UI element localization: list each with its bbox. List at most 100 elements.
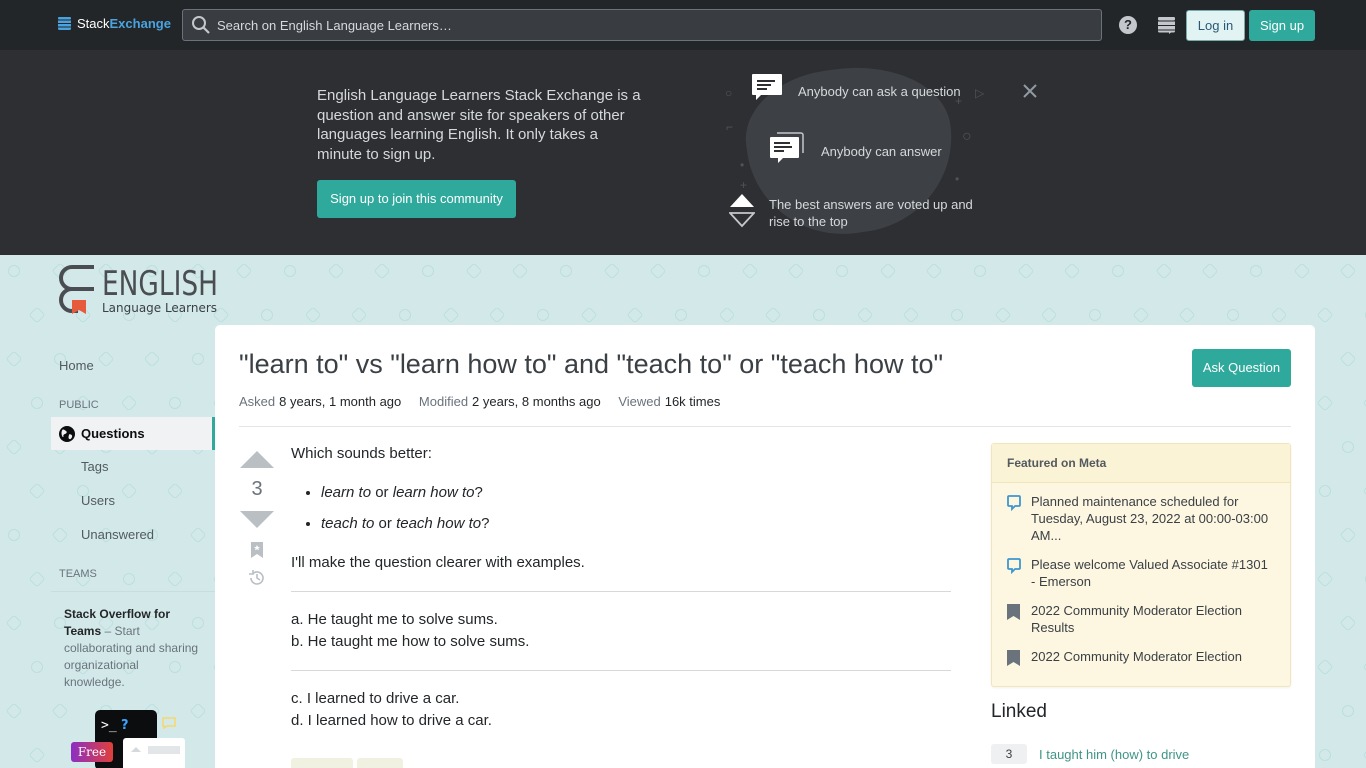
pattern-shape [1339, 262, 1357, 280]
featured-item-text: 2022 Community Moderator Election Result… [1031, 603, 1242, 635]
pattern-shape [833, 262, 851, 280]
featured-item[interactable]: 2022 Community Moderator Election [1007, 648, 1275, 670]
pattern-shape [5, 262, 23, 280]
pattern-shape [465, 262, 483, 280]
top-bar: StackExchange ? Log in Sign up [0, 0, 1366, 50]
option-or: or [374, 515, 397, 532]
close-icon[interactable] [1020, 81, 1040, 101]
nav-users[interactable]: Users [81, 493, 115, 508]
tag[interactable] [291, 758, 353, 768]
feature-vote: The best answers are voted up and rise t… [769, 197, 973, 229]
english-language-learners-logo[interactable]: ENGLISH Language Learners [58, 264, 220, 319]
nav-home[interactable]: Home [59, 358, 94, 373]
svg-text:>_: >_ [101, 718, 117, 733]
search-box[interactable] [182, 9, 1102, 41]
question-meta: Asked 8 years, 1 month ago Modified 2 year… [239, 394, 734, 409]
plus-decoration: + [740, 178, 748, 192]
pattern-shape [1316, 394, 1334, 412]
signup-banner: English Language Learners Stack Exchange… [0, 50, 1366, 255]
pattern-shape [1086, 306, 1104, 324]
pattern-shape [28, 570, 46, 588]
chat-icon [752, 74, 782, 100]
pattern-shape [51, 526, 69, 544]
pattern-shape [5, 350, 23, 368]
example-b: b. He taught me how to solve sums. [291, 633, 530, 650]
pattern-shape [1293, 262, 1311, 280]
pattern-shape [51, 702, 69, 720]
linked-heading: Linked [991, 701, 1047, 722]
pattern-shape [787, 262, 805, 280]
tag[interactable] [357, 758, 403, 768]
pattern-shape [971, 262, 989, 280]
help-icon[interactable]: ? [1119, 16, 1137, 34]
pattern-shape [948, 306, 966, 324]
stackexchange-logo[interactable]: Stack Exchange [58, 16, 171, 31]
featured-item[interactable]: Please welcome Valued Associate #1301 - … [1007, 556, 1275, 590]
pattern-shape [649, 262, 667, 280]
pattern-shape [166, 394, 184, 412]
featured-item-text: 2022 Community Moderator Election [1031, 649, 1242, 664]
post-clarify: I'll make the question clearer with exam… [291, 554, 585, 571]
nav-section-public: PUBLIC [59, 399, 99, 411]
pattern-shape [1362, 658, 1366, 676]
linked-question-link[interactable]: I taught him (how) to drive [1039, 747, 1189, 762]
search-input[interactable] [217, 17, 1077, 33]
featured-item[interactable]: Planned maintenance scheduled for Tuesda… [1007, 493, 1275, 544]
question-body: Which sounds better: learn to or learn h… [291, 443, 951, 768]
pattern-shape [28, 306, 46, 324]
banner-description: English Language Learners Stack Exchange… [317, 87, 641, 163]
pattern-shape [1155, 262, 1173, 280]
nav-unanswered[interactable]: Unanswered [81, 527, 154, 542]
option-item: teach to or teach how to? [321, 513, 951, 535]
login-button[interactable]: Log in [1186, 10, 1245, 41]
upvote-button[interactable] [240, 451, 274, 468]
pattern-shape [1316, 482, 1334, 500]
vote-cell: 3 [239, 451, 275, 587]
pattern-shape [1362, 746, 1366, 764]
nav-tags[interactable]: Tags [81, 459, 108, 474]
site-switcher-icon[interactable] [1158, 17, 1175, 34]
logo-text-exchange: Exchange [109, 16, 171, 31]
pattern-shape [879, 262, 897, 280]
pattern-shape [28, 746, 46, 764]
pattern-shape [189, 526, 207, 544]
pattern-shape [1362, 306, 1366, 324]
logo-subtitle: Language Learners [102, 300, 217, 315]
nav-questions-label: Questions [81, 426, 145, 441]
corner-decoration: ⌐ [726, 120, 734, 134]
pattern-shape [120, 482, 138, 500]
pattern-shape [534, 306, 552, 324]
pattern-shape [672, 306, 690, 324]
nav-questions[interactable]: Questions [51, 417, 215, 450]
pattern-shape [166, 482, 184, 500]
pattern-shape [1109, 262, 1127, 280]
pattern-shape [603, 262, 621, 280]
pattern-shape [994, 306, 1012, 324]
ask-question-button[interactable]: Ask Question [1192, 349, 1291, 387]
pattern-shape [764, 306, 782, 324]
pattern-shape [166, 570, 184, 588]
history-icon[interactable] [248, 569, 266, 587]
join-community-button[interactable]: Sign up to join this community [317, 180, 516, 218]
linked-vote-count: 3 [991, 744, 1027, 764]
bookmark-icon[interactable] [250, 541, 264, 559]
modified-value[interactable]: 2 years, 8 months ago [472, 394, 601, 409]
pattern-shape [5, 614, 23, 632]
signup-button[interactable]: Sign up [1249, 10, 1315, 41]
teams-promo-text: Stack Overflow for Teams – Start collabo… [64, 606, 202, 691]
pattern-shape [1339, 350, 1357, 368]
pattern-shape [1362, 570, 1366, 588]
pattern-shape [1316, 306, 1334, 324]
options-list: learn to or learn how to? teach to or te… [321, 482, 951, 535]
pattern-shape [396, 306, 414, 324]
downvote-button[interactable] [240, 511, 274, 528]
option-a: learn to [321, 484, 372, 501]
logo-text-stack: Stack [77, 16, 110, 31]
question-title[interactable]: "learn to" vs "learn how to" and "teach … [239, 349, 943, 380]
featured-item[interactable]: 2022 Community Moderator Election Result… [1007, 602, 1275, 636]
bookmark-flag-icon [1007, 604, 1020, 620]
option-item: learn to or learn how to? [321, 482, 951, 504]
pattern-shape [626, 306, 644, 324]
pattern-shape [1270, 306, 1288, 324]
post-divider [291, 591, 951, 592]
